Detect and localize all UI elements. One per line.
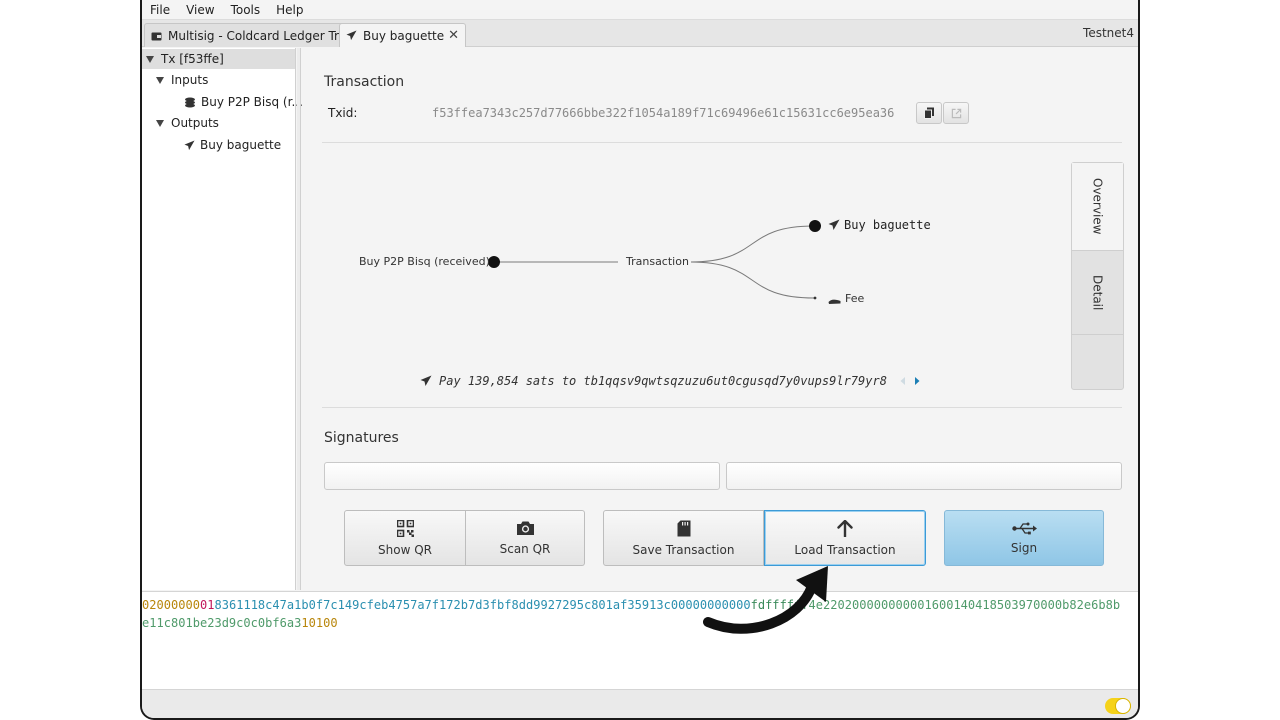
external-link-icon: [951, 108, 961, 118]
copy-icon: [923, 107, 934, 119]
camera-icon: [516, 521, 534, 535]
tab-detail-label: Detail: [1090, 274, 1105, 311]
fee-node: [813, 296, 817, 300]
previous-arrow-icon[interactable]: [899, 376, 907, 386]
save-transaction-button[interactable]: Save Transaction: [603, 510, 764, 566]
send-icon: [420, 375, 432, 386]
hex-segment: e11c801be23d9c0c0bf6a3: [142, 616, 302, 630]
tab-wallet[interactable]: Multisig - Coldcard Ledger Trezor: [144, 23, 372, 47]
tree-item-outputs[interactable]: Outputs: [156, 113, 219, 133]
load-transaction-button[interactable]: Load Transaction: [764, 510, 926, 566]
hex-segment: fdff: [750, 598, 780, 612]
send-icon: [346, 30, 357, 41]
scan-qr-button[interactable]: Scan QR: [466, 510, 585, 566]
show-qr-label: Show QR: [378, 542, 432, 557]
next-arrow-icon[interactable]: [913, 376, 921, 386]
menu-help[interactable]: Help: [276, 3, 303, 17]
hex-segment: 01: [199, 598, 215, 612]
expand-arrow-icon[interactable]: [156, 76, 164, 84]
hex-line-2: e11c801be23d9c0c0bf6a310100: [142, 616, 338, 630]
tab-overview[interactable]: Overview: [1072, 163, 1123, 251]
open-external-button[interactable]: [943, 102, 969, 124]
tree-item-input-label: Buy P2P Bisq (r...: [201, 95, 303, 109]
tab-overview-label: Overview: [1090, 178, 1105, 235]
divider: [322, 142, 1122, 143]
transaction-title: Transaction: [324, 74, 405, 90]
show-qr-button[interactable]: Show QR: [344, 510, 466, 566]
hex-segment: 10100: [301, 616, 338, 630]
input-label: Buy P2P Bisq (received): [359, 255, 490, 268]
copy-txid-button[interactable]: [916, 102, 942, 124]
transaction-hex-area[interactable]: 02000000018361118c47a1b0f7c149cfeb4757a7…: [142, 591, 1138, 689]
payment-summary: Pay 139,854 sats to tb1qqsv9qwtsqzuzu6ut…: [420, 374, 921, 388]
transaction-diagram: Buy P2P Bisq (received) Transaction Buy …: [322, 162, 1067, 392]
save-transaction-label: Save Transaction: [632, 542, 735, 557]
menu-tools[interactable]: Tools: [231, 3, 261, 17]
fee-hand-icon: [828, 299, 841, 304]
hex-segment: 02000000: [142, 598, 200, 612]
sd-card-icon: [677, 520, 690, 536]
load-transaction-label: Load Transaction: [794, 542, 896, 557]
wallet-icon: [151, 32, 162, 40]
hex-segment: ffff: [779, 598, 809, 612]
tree-item-tx-label: Tx [f53ffe]: [161, 52, 224, 66]
fee-edge: [689, 261, 815, 299]
tab-close-icon[interactable]: ✕: [448, 28, 459, 43]
tree-item-output[interactable]: Buy baguette: [184, 135, 281, 155]
qr-code-icon: [396, 519, 414, 537]
menu-file[interactable]: File: [150, 3, 170, 17]
coins-icon: [185, 97, 195, 107]
fee-label-group: Fee: [828, 292, 864, 305]
tab-bar: Multisig - Coldcard Ledger Trezor Buy ba…: [142, 20, 1138, 47]
txid-label: Txid:: [328, 106, 358, 120]
transaction-node-label: Transaction: [624, 255, 691, 268]
signatures-title: Signatures: [324, 430, 399, 446]
tree-item-input[interactable]: Buy P2P Bisq (r...: [184, 92, 303, 112]
tx-tree: Tx [f53ffe] Inputs Buy P2P Bisq (r... Ou…: [142, 48, 303, 590]
status-bar: [142, 689, 1138, 718]
network-label: Testnet4: [1083, 26, 1134, 40]
tab-transaction-label: Buy baguette: [363, 28, 445, 43]
txid-value[interactable]: f53ffea7343c257d77666bbe322f1054a189f71c…: [432, 106, 894, 120]
output-node[interactable]: [809, 220, 821, 232]
scan-qr-label: Scan QR: [499, 542, 551, 556]
hex-line-1: 02000000018361118c47a1b0f7c149cfeb4757a7…: [142, 598, 1120, 612]
usb-icon: [1011, 522, 1037, 534]
tree-item-tx[interactable]: Tx [f53ffe]: [142, 49, 295, 69]
divider: [322, 407, 1122, 408]
send-icon: [828, 219, 840, 230]
app-window: File View Tools Help Multisig - Coldcard…: [140, 0, 1140, 720]
payment-text: Pay 139,854 sats to tb1qqsv9qwtsqzuzu6ut…: [439, 374, 887, 388]
split-pane-divider[interactable]: [297, 48, 301, 590]
upload-arrow-icon: [837, 519, 853, 537]
diagram-graph: [488, 220, 821, 300]
tab-transaction[interactable]: Buy baguette ✕: [339, 23, 467, 47]
view-side-tabs: Overview Detail: [1071, 162, 1124, 390]
tree-item-inputs[interactable]: Inputs: [156, 70, 208, 90]
tree-item-output-label: Buy baguette: [200, 138, 282, 152]
output-edge: [689, 225, 815, 263]
tab-wallet-label: Multisig - Coldcard Ledger Trezor: [168, 28, 365, 43]
fee-label: Fee: [845, 292, 865, 305]
menu-bar: File View Tools Help: [142, 0, 1138, 20]
output-label: Buy baguette: [844, 218, 931, 232]
server-toggle[interactable]: [1104, 697, 1132, 715]
output-label-group: Buy baguette: [828, 218, 931, 232]
send-icon: [184, 139, 195, 150]
signature-slot: [324, 462, 720, 490]
hex-segment: 4e220200000000001600140418503970000b82e6…: [808, 598, 1121, 612]
tab-detail[interactable]: Detail: [1072, 251, 1123, 335]
transaction-panel: Transaction Txid: f53ffea7343c257d77666b…: [302, 48, 1138, 590]
menu-view[interactable]: View: [186, 3, 214, 17]
tree-item-outputs-label: Outputs: [171, 116, 219, 130]
expand-arrow-icon[interactable]: [146, 55, 154, 63]
expand-arrow-icon[interactable]: [156, 119, 164, 127]
signature-slot: [726, 462, 1122, 490]
sign-label: Sign: [1010, 540, 1038, 555]
sign-button[interactable]: Sign: [944, 510, 1104, 566]
hex-segment: 8361118c47a1b0f7c149cfeb4757a7f172b7d3fb…: [214, 598, 751, 612]
tree-item-inputs-label: Inputs: [171, 73, 209, 87]
